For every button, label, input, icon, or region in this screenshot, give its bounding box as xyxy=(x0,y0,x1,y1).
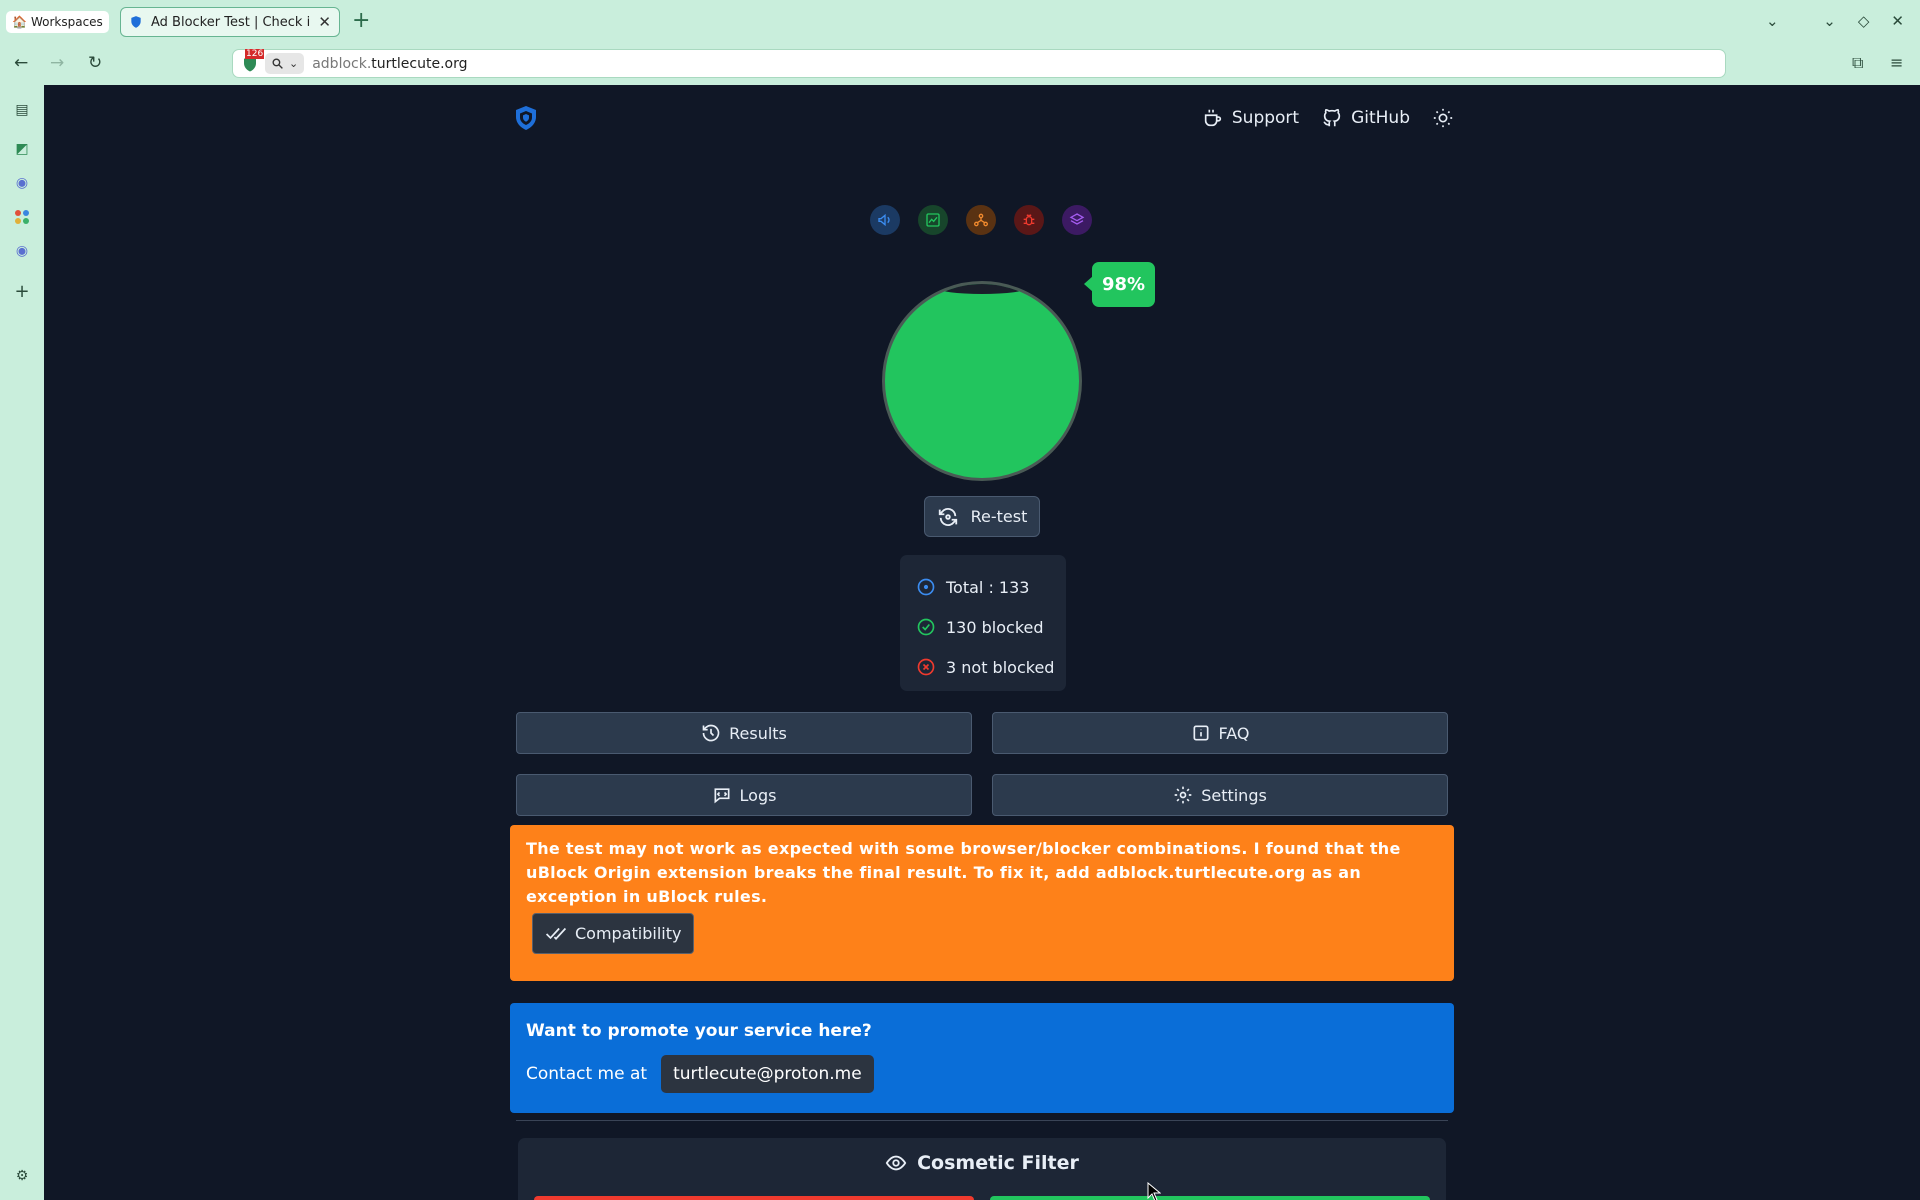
compatibility-button[interactable]: Compatibility xyxy=(532,913,695,954)
stat-total: Total : 133 xyxy=(916,567,1066,607)
stats-panel: Total : 133 130 blocked 3 not blocked xyxy=(900,555,1066,691)
tabs-list-chevron-icon[interactable]: ⌄ xyxy=(1766,12,1779,30)
top-navigation: Support GitHub xyxy=(1202,107,1454,129)
sidebar-app-icon[interactable]: ◩ xyxy=(13,140,31,158)
category-icons xyxy=(870,205,1092,235)
tab-bar: 🏠 Workspaces Ad Blocker Test | Check if … xyxy=(0,0,1920,44)
cosmetic-filter-section: Cosmetic Filter xyxy=(518,1138,1446,1200)
x-circle-icon xyxy=(917,658,935,676)
promo-title: Want to promote your service here? xyxy=(526,1021,872,1041)
page-content: Support GitHub 98% Re-test Total: 133 1… xyxy=(44,85,1920,1200)
navigation-bar: ← → ↻ 126 ⌄ adblock.turtlecute.org ⧉ ≡ xyxy=(0,44,1920,85)
divider xyxy=(516,1120,1448,1121)
refresh-icon xyxy=(938,507,957,526)
results-button[interactable]: Results xyxy=(516,712,972,754)
back-icon[interactable]: ← xyxy=(14,53,28,73)
sidebar-add-icon[interactable]: + xyxy=(13,281,31,302)
mouse-cursor-icon xyxy=(1147,1182,1161,1200)
home-icon: 🏠 xyxy=(12,15,27,29)
score-percent-badge: 98% xyxy=(1083,262,1156,307)
eye-icon xyxy=(885,1155,907,1171)
gear-icon xyxy=(1174,786,1192,804)
adblock-extension-icon[interactable]: 126 xyxy=(241,48,265,73)
restore-icon[interactable]: ◇ xyxy=(1858,12,1870,30)
analytics-icon[interactable] xyxy=(918,205,948,235)
tracking-icon[interactable] xyxy=(966,205,996,235)
address-bar[interactable]: 126 ⌄ adblock.turtlecute.org xyxy=(232,48,1726,78)
extensions-icon[interactable]: ⧉ xyxy=(1852,53,1863,73)
cosmetic-filter-title: Cosmetic Filter xyxy=(917,1152,1079,1174)
history-icon xyxy=(702,724,720,742)
not-blocked-slice xyxy=(937,284,1027,294)
cosmetic-blocked-button[interactable] xyxy=(990,1196,1430,1200)
support-link[interactable]: Support xyxy=(1202,107,1299,129)
theme-toggle-sun-icon[interactable] xyxy=(1432,107,1454,129)
github-link[interactable]: GitHub xyxy=(1321,107,1410,129)
warning-text: The test may not work as expected with s… xyxy=(526,839,1401,906)
sidebar-toggle-icon[interactable]: ▤ xyxy=(13,101,31,119)
contact-email[interactable]: turtlecute@proton.me xyxy=(661,1055,874,1093)
workspaces-button[interactable]: 🏠 Workspaces xyxy=(6,11,109,33)
minimize-icon[interactable]: ⌄ xyxy=(1823,12,1836,30)
faq-button[interactable]: FAQ xyxy=(992,712,1448,754)
ads-icon[interactable] xyxy=(870,205,900,235)
info-icon xyxy=(1193,725,1208,741)
sidebar-web-icon[interactable]: ◉ xyxy=(13,174,31,192)
workspaces-label: Workspaces xyxy=(30,15,103,29)
url-text: adblock.turtlecute.org xyxy=(312,55,468,72)
shield-favicon-icon xyxy=(131,16,141,28)
sidebar-settings-icon[interactable]: ⚙ xyxy=(13,1167,31,1185)
bug-icon[interactable] xyxy=(1014,205,1044,235)
promo-banner: Want to promote your service here? Conta… xyxy=(510,1003,1454,1113)
search-engine-selector[interactable]: ⌄ xyxy=(265,53,305,74)
stat-blocked: 130 blocked xyxy=(916,607,1066,647)
check-circle-icon xyxy=(917,618,935,636)
chevron-down-icon: ⌄ xyxy=(289,57,299,70)
sidebar-web2-icon[interactable]: ◉ xyxy=(13,242,31,260)
new-tab-button[interactable]: + xyxy=(352,10,370,32)
compatibility-warning: The test may not work as expected with s… xyxy=(510,825,1454,981)
layers-icon[interactable] xyxy=(1062,205,1092,235)
total-icon xyxy=(917,578,935,596)
forward-icon[interactable]: → xyxy=(50,53,64,73)
logs-icon xyxy=(714,788,730,804)
reload-icon[interactable]: ↻ xyxy=(88,53,102,73)
logs-button[interactable]: Logs xyxy=(516,774,972,816)
sidebar-apps-icon[interactable] xyxy=(13,208,31,226)
menu-icon[interactable]: ≡ xyxy=(1890,53,1903,72)
retest-button[interactable]: Re-test xyxy=(924,496,1040,537)
double-check-icon xyxy=(545,927,567,940)
github-icon xyxy=(1323,108,1341,127)
coffee-icon xyxy=(1204,109,1222,127)
blocked-count-badge: 126 xyxy=(245,48,265,59)
stat-not-blocked: 3 not blocked xyxy=(916,647,1066,687)
settings-button[interactable]: Settings xyxy=(992,774,1448,816)
contact-label: Contact me at xyxy=(526,1064,648,1084)
site-logo-icon[interactable] xyxy=(514,105,538,131)
tab-close-icon[interactable]: ✕ xyxy=(318,13,331,31)
score-chart xyxy=(882,281,1082,481)
tab-title: Ad Blocker Test | Check if Y xyxy=(151,14,311,30)
browser-sidebar: ▤ ◩ ◉ ◉ + ⚙ xyxy=(0,85,44,1200)
tab-active[interactable]: Ad Blocker Test | Check if Y ✕ xyxy=(120,7,340,37)
cosmetic-not-blocked-button[interactable] xyxy=(534,1196,974,1200)
search-icon xyxy=(272,58,283,69)
close-window-icon[interactable]: ✕ xyxy=(1891,12,1904,30)
